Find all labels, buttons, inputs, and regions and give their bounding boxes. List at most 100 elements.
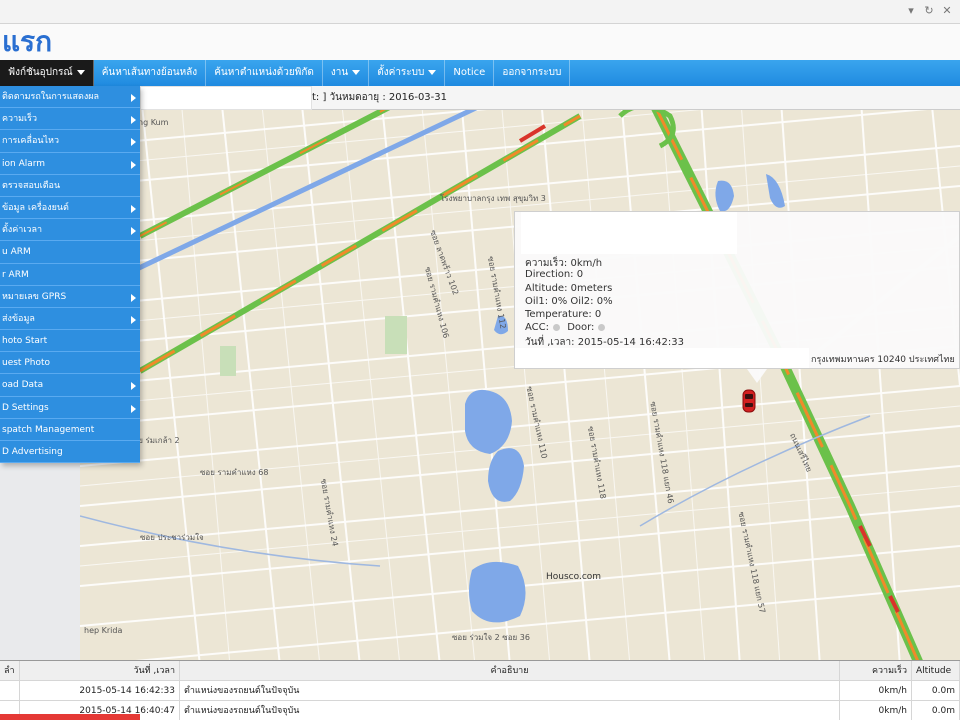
menu-item-tracking-display[interactable]: ติดตามรถในการแสดงผล <box>0 86 140 109</box>
column-header-description: คำอธิบาย <box>180 661 840 681</box>
redacted-block <box>521 212 737 254</box>
chevron-down-icon <box>352 69 361 75</box>
table-row[interactable]: 2015-05-14 16:42:33 ตำแหน่งของรถยนต์ในปั… <box>0 681 960 701</box>
menu-item-advertising[interactable]: D Advertising <box>0 441 140 464</box>
map-label: ซอย ร่วมใจ 2 ซอย 36 <box>452 633 530 642</box>
table-header-row: ลำ วันที่ ,เวลา คำอธิบาย ความเร็ว Altitu… <box>0 661 960 681</box>
nav-item-coordinate-search[interactable]: ค้นหาตำแหน่งด้วยพิกัด <box>206 60 323 86</box>
nav-item-history-route[interactable]: ค้นหาเส้นทางย้อนหลัง <box>94 60 207 86</box>
menu-item-disarm[interactable]: r ARM <box>0 264 140 286</box>
nav-item-logout[interactable]: ออกจากระบบ <box>494 60 571 86</box>
popup-pointer <box>747 369 767 383</box>
chevron-right-icon <box>131 204 136 213</box>
nav-item-system-settings[interactable]: ตั้งค่าระบบ <box>369 60 446 86</box>
row-altitude: 0.0m <box>912 681 960 701</box>
menu-label: ตั้งค่าเวลา <box>2 225 43 236</box>
map-label: hep Krida <box>84 626 123 635</box>
redacted-block <box>515 348 809 368</box>
menu-label: r ARM <box>2 269 29 280</box>
menu-item-motion-alarm[interactable]: ion Alarm <box>0 153 140 175</box>
nav-label: ค้นหาเส้นทางย้อนหลัง <box>101 67 198 78</box>
nav-label: ออกจากระบบ <box>502 67 562 78</box>
menu-label: ส่งข้อมูล <box>2 313 35 324</box>
history-table: ลำ วันที่ ,เวลา คำอธิบาย ความเร็ว Altitu… <box>0 660 960 720</box>
popup-altitude: Altitude: 0meters <box>525 283 613 294</box>
main-navbar: ฟังก์ชันอุปกรณ์ ค้นหาเส้นทางย้อนหลัง ค้น… <box>0 60 960 149</box>
popup-direction: Direction: 0 <box>525 269 584 280</box>
menu-label: การเคลื่อนไหว <box>2 136 60 147</box>
stop-icon[interactable]: ✕ <box>940 4 954 18</box>
menu-label: oad Data <box>2 380 44 391</box>
status-strip <box>0 714 140 720</box>
row-description: ตำแหน่งของรถยนต์ในปัจจุบัน <box>180 701 840 720</box>
menu-item-check-alert[interactable]: ตรวจสอบเตือน <box>0 175 140 197</box>
vehicle-info-popup: ความเร็ว: 0km/h Direction: 0 Altitude: 0… <box>514 211 960 383</box>
account-expiry: t: ] วันหมดอายุ : 2016-03-31 <box>312 92 447 103</box>
car-marker-icon[interactable] <box>742 388 756 414</box>
app-root: ▾ ↻ ✕ แรก ng Kum โรงพยาบาลกรุง เทพ สุขุม… <box>0 0 960 720</box>
menu-item-dispatch-management[interactable]: spatch Management <box>0 419 140 441</box>
popup-temperature: Temperature: 0 <box>525 309 602 320</box>
map-canvas <box>80 86 960 666</box>
nav-label: ค้นหาตำแหน่งด้วยพิกัด <box>214 67 314 78</box>
row-altitude: 0.0m <box>912 701 960 720</box>
browser-controls: ▾ ↻ ✕ <box>904 4 954 18</box>
menu-label: hoto Start <box>2 336 48 347</box>
menu-label: ติดตามรถในการแสดงผล <box>2 92 100 102</box>
menu-item-speed[interactable]: ความเร็ว <box>0 108 140 131</box>
menu-item-send-data[interactable]: ส่งข้อมูล <box>0 308 140 331</box>
menu-label: ความเร็ว <box>2 114 38 125</box>
nav-label: ตั้งค่าระบบ <box>377 67 425 78</box>
chevron-right-icon <box>131 94 136 102</box>
map-label: โรงพยาบาลกรุง เทพ สุขุมวิท 3 <box>440 194 546 203</box>
menu-label: spatch Management <box>2 424 95 435</box>
chevron-down-icon <box>428 69 437 75</box>
row-index <box>0 681 20 701</box>
menu-item-photo-start[interactable]: hoto Start <box>0 330 140 353</box>
menu-label: หมายเลข GPRS <box>2 291 67 302</box>
table-row[interactable]: 2015-05-14 16:40:47 ตำแหน่งของรถยนต์ในปั… <box>0 701 960 720</box>
chevron-right-icon <box>131 293 136 302</box>
menu-label: D Advertising <box>2 447 63 457</box>
menu-item-gprs-number[interactable]: หมายเลข GPRS <box>0 286 140 308</box>
popup-address: กรุงเทพมหานคร 10240 ประเทศไทย <box>811 355 955 365</box>
chevron-right-icon <box>131 315 136 324</box>
row-speed: 0km/h <box>840 681 912 701</box>
nav-label: งาน <box>330 67 349 78</box>
dropdown-icon[interactable]: ▾ <box>904 4 918 18</box>
menu-item-settings[interactable]: D Settings <box>0 397 140 419</box>
menu-label: uest Photo <box>2 358 50 369</box>
nav-item-notice[interactable]: Notice <box>445 60 495 86</box>
column-header-speed: ความเร็ว <box>840 661 912 681</box>
row-description: ตำแหน่งของรถยนต์ในปัจจุบัน <box>180 681 840 701</box>
menu-label: ion Alarm <box>2 158 46 169</box>
menu-item-movement[interactable]: การเคลื่อนไหว <box>0 130 140 153</box>
menu-item-engine-data[interactable]: ข้อมูล เครื่องยนต์ <box>0 197 140 220</box>
menu-label: ข้อมูล เครื่องยนต์ <box>2 202 69 213</box>
account-info-bar: t: ] วันหมดอายุ : 2016-03-31 <box>140 86 960 110</box>
chevron-right-icon <box>131 227 136 236</box>
door-status-icon <box>598 323 606 331</box>
acc-status-icon <box>553 323 560 331</box>
menu-label: D Settings <box>2 402 49 413</box>
nav-label: Notice <box>453 67 486 78</box>
reload-icon[interactable]: ↻ <box>922 4 936 18</box>
column-header-altitude: Altitude <box>912 661 960 681</box>
row-datetime: 2015-05-14 16:42:33 <box>20 681 180 701</box>
redacted-block <box>140 86 312 110</box>
menu-item-request-photo[interactable]: uest Photo <box>0 352 140 375</box>
map-label: Housco.com <box>546 572 602 582</box>
map-label: ng Kum <box>138 118 169 127</box>
map-view[interactable]: ng Kum โรงพยาบาลกรุง เทพ สุขุมวิท 3 ซอย … <box>80 86 960 666</box>
popup-oil: Oil1: 0% Oil2: 0% <box>525 296 613 307</box>
menu-item-time-settings[interactable]: ตั้งค่าเวลา <box>0 219 140 242</box>
door-label: Door: <box>567 322 595 333</box>
nav-label: ฟังก์ชันอุปกรณ์ <box>8 67 73 78</box>
nav-item-jobs[interactable]: งาน <box>323 60 370 86</box>
nav-item-device-functions[interactable]: ฟังก์ชันอุปกรณ์ <box>0 60 94 86</box>
chevron-right-icon <box>131 404 136 413</box>
browser-toolbar: ▾ ↻ ✕ <box>0 0 960 24</box>
menu-item-load-data[interactable]: oad Data <box>0 374 140 397</box>
chevron-right-icon <box>131 160 136 169</box>
menu-item-arm[interactable]: u ARM <box>0 241 140 264</box>
